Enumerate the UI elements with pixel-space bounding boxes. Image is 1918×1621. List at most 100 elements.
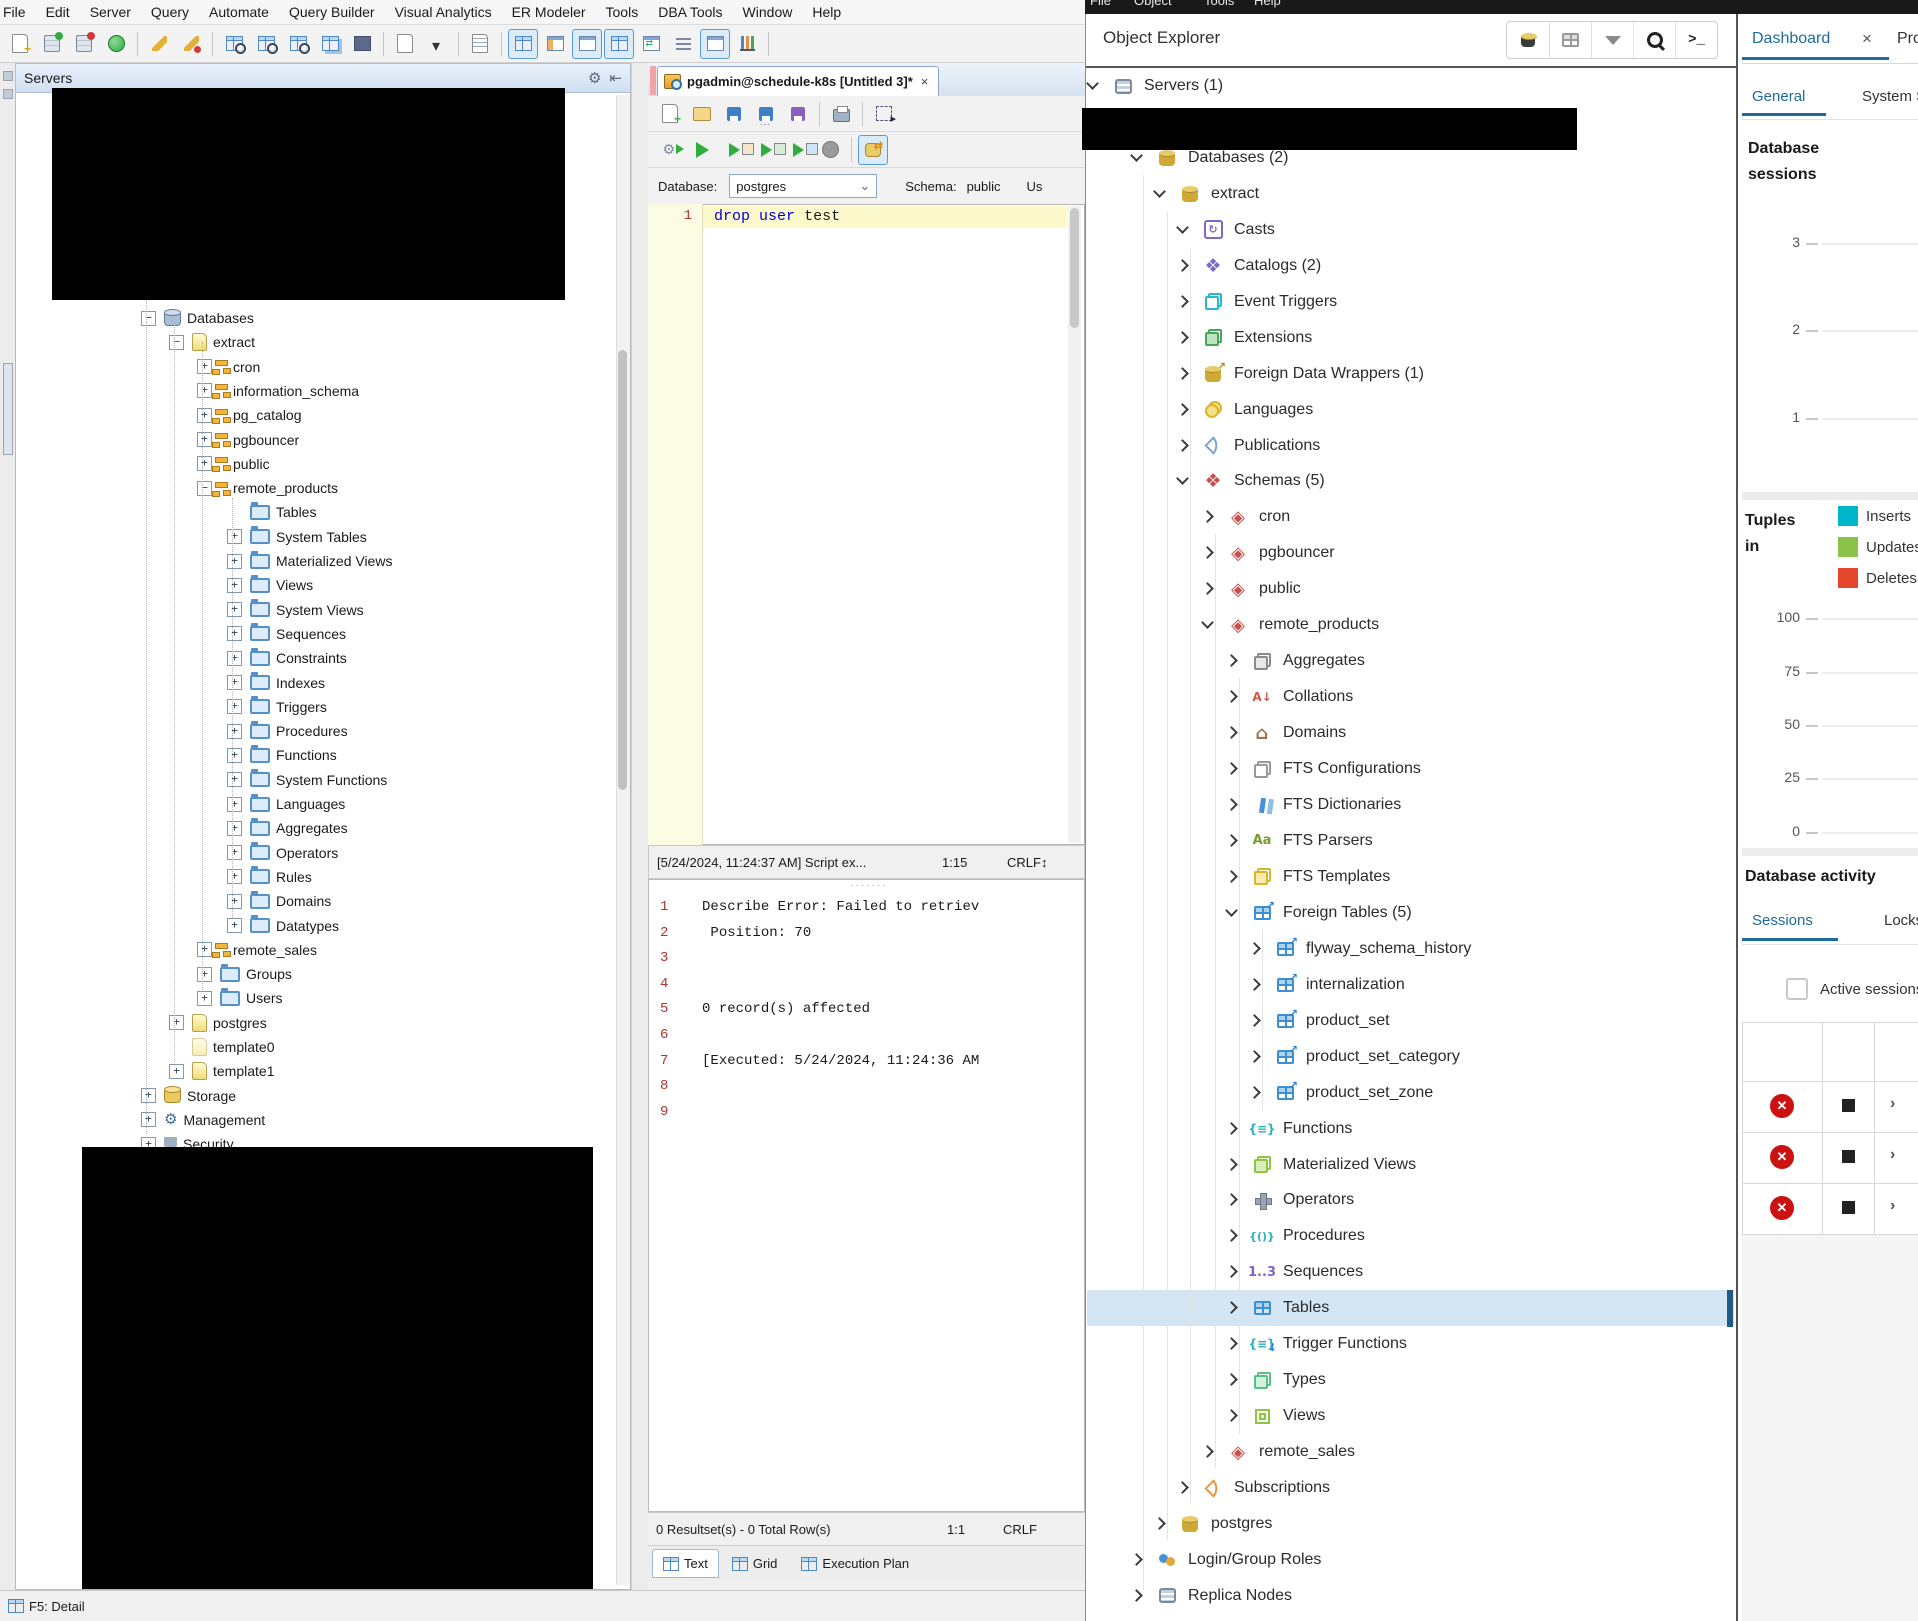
active-sessions-checkbox[interactable] — [1786, 978, 1808, 1000]
menu-query-builder[interactable]: Query Builder — [279, 4, 385, 20]
menu-query[interactable]: Query — [141, 4, 199, 20]
expander-icon[interactable]: + — [227, 918, 242, 933]
expander-icon[interactable]: + — [227, 602, 242, 618]
terminal-button[interactable]: >_ — [1675, 22, 1717, 58]
pg-tree-item-foreign-data-wrappers-1-[interactable]: ↗ Foreign Data Wrappers (1) — [1087, 356, 1734, 392]
chevron-right-icon[interactable] — [1177, 441, 1187, 451]
tool-server-green-button[interactable] — [37, 29, 67, 59]
close-icon[interactable]: × — [1862, 29, 1872, 49]
tree-item-pgbouncer[interactable]: + pgbouncer — [16, 428, 612, 452]
query-folder-open-button[interactable] — [687, 99, 717, 129]
chevron-right-icon[interactable] — [1202, 548, 1212, 558]
menu-window[interactable]: Window — [733, 4, 803, 20]
query-db-sync-button[interactable]: ⇄ — [858, 134, 888, 165]
expander-icon[interactable]: + — [197, 407, 212, 423]
pg-tree-item-publications[interactable]: Publications — [1087, 428, 1734, 464]
terminate-session-button[interactable] — [1842, 1201, 1855, 1214]
query-save-purple-button[interactable] — [783, 99, 813, 129]
tree-item-system-functions[interactable]: + System Functions — [16, 768, 612, 792]
search-button[interactable] — [1633, 22, 1675, 58]
query-gear-play-button[interactable]: ⚙ — [655, 135, 685, 165]
pg-tree-item-postgres[interactable]: postgres — [1087, 1506, 1734, 1542]
chevron-right-icon[interactable] — [1226, 1411, 1236, 1421]
chevron-right-icon[interactable] — [1226, 692, 1236, 702]
tool-list-button[interactable] — [668, 29, 698, 59]
chevron-right-icon[interactable] — [1177, 1483, 1187, 1493]
pg-tree-item-catalogs-2-[interactable]: ❖ Catalogs (2) — [1087, 248, 1734, 284]
expander-icon[interactable]: + — [197, 432, 212, 447]
menu-help[interactable]: Help — [802, 4, 851, 20]
close-icon[interactable]: × — [921, 74, 929, 89]
dock-tab-icon[interactable] — [3, 363, 13, 455]
expander-icon[interactable]: + — [227, 529, 242, 545]
cancel-session-button[interactable]: ✕ — [1770, 1196, 1794, 1220]
chevron-right-icon[interactable] — [1202, 1447, 1212, 1457]
tool-server-red-button[interactable] — [69, 29, 99, 59]
tab-processes-clipped[interactable]: Processes — [1897, 30, 1918, 48]
tool-grid-button[interactable] — [508, 28, 538, 59]
chevron-right-icon[interactable] — [1226, 1339, 1236, 1349]
menu-visual-analytics[interactable]: Visual Analytics — [385, 4, 502, 20]
database-button[interactable] — [1507, 22, 1549, 58]
expander-icon[interactable]: + — [141, 1112, 156, 1128]
tool-window-arrows-button[interactable]: ⇄ — [636, 29, 666, 59]
tool-dropdown-button[interactable]: ▾ — [422, 29, 452, 59]
pin-icon[interactable]: ⇤ — [609, 69, 622, 87]
cancel-session-button[interactable]: ✕ — [1770, 1145, 1794, 1169]
tool-table-copy-button[interactable] — [315, 29, 345, 59]
chevron-right-icon[interactable] — [1202, 512, 1212, 522]
tool-table-search-button[interactable] — [251, 29, 281, 59]
chevron-right-icon[interactable] — [1202, 584, 1212, 594]
pg-tree-item-fts-configurations[interactable]: FTS Configurations — [1087, 751, 1734, 787]
expander-icon[interactable]: + — [197, 990, 212, 1006]
chevron-right-icon[interactable] — [1177, 369, 1187, 379]
query-stop-button[interactable] — [815, 135, 845, 165]
chevron-down-icon[interactable] — [1087, 81, 1097, 91]
tree-item-groups[interactable]: + Groups — [16, 962, 612, 986]
pg-tree-item-schemas-5-[interactable]: ❖ Schemas (5) — [1087, 463, 1734, 499]
expand-row-button[interactable]: › — [1890, 1146, 1895, 1164]
object-explorer-divider[interactable] — [1736, 14, 1738, 1621]
tree-item-indexes[interactable]: + Indexes — [16, 671, 612, 695]
tree-item-tables[interactable]: +Tables — [16, 500, 612, 524]
database-dropdown[interactable]: postgres ⌄ — [729, 174, 878, 198]
expander-icon[interactable]: + — [227, 772, 242, 788]
chevron-right-icon[interactable] — [1226, 1195, 1236, 1205]
chevron-right-icon[interactable] — [1226, 1231, 1236, 1241]
menu-dba-tools[interactable]: DBA Tools — [648, 4, 732, 20]
chevron-right-icon[interactable] — [1154, 1519, 1164, 1529]
chevron-down-icon[interactable] — [1177, 225, 1187, 235]
chevron-down-icon[interactable] — [1226, 908, 1236, 918]
tool-window-yellow-button[interactable] — [572, 28, 602, 59]
tool-table-search-button[interactable] — [283, 29, 313, 59]
expander-icon[interactable]: + — [197, 359, 212, 375]
pg-tree-item-views[interactable]: Views — [1087, 1398, 1734, 1434]
pg-tree-item-procedures[interactable]: {()} Procedures — [1087, 1218, 1734, 1254]
query-play-grid-button[interactable] — [783, 135, 818, 165]
tree-item-domains[interactable]: + Domains — [16, 889, 612, 913]
expander-icon[interactable]: + — [227, 845, 242, 861]
query-play-button[interactable] — [687, 135, 717, 165]
grid-button[interactable] — [1549, 22, 1591, 58]
chevron-right-icon[interactable] — [1226, 656, 1236, 666]
query-print-button[interactable] — [826, 99, 856, 129]
tree-item-pg_catalog[interactable]: + pg_catalog — [16, 403, 612, 427]
schema-value[interactable]: public — [967, 179, 1001, 194]
pg-tree-item-fts-templates[interactable]: FTS Templates — [1087, 859, 1734, 895]
pg-tree-item-tables[interactable]: Tables — [1087, 1290, 1734, 1327]
tree-item-datatypes[interactable]: + Datatypes — [16, 914, 612, 938]
pg-tree-item-servers-1-[interactable]: Servers (1) — [1087, 68, 1734, 104]
pg-tree-item-product-set-category[interactable]: ↗ product_set_category — [1087, 1039, 1734, 1075]
tree-item-management[interactable]: + ⚙ Management — [16, 1108, 612, 1132]
pg-tree-item-remote-products[interactable]: ◈ remote_products — [1087, 607, 1734, 643]
pg-tree-item-functions[interactable]: {≡} Functions — [1087, 1111, 1734, 1147]
expander-icon[interactable]: + — [227, 869, 242, 885]
pg-tree-item-pgbouncer[interactable]: ◈ pgbouncer — [1087, 535, 1734, 571]
dock-tab-icon[interactable] — [3, 71, 13, 81]
chevron-right-icon[interactable] — [1131, 1555, 1141, 1565]
chevron-right-icon[interactable] — [1226, 800, 1236, 810]
chevron-right-icon[interactable] — [1226, 1124, 1236, 1134]
chevron-right-icon[interactable] — [1177, 261, 1187, 271]
tool-window-split-button[interactable] — [700, 28, 730, 59]
tree-item-functions[interactable]: + Functions — [16, 743, 612, 767]
